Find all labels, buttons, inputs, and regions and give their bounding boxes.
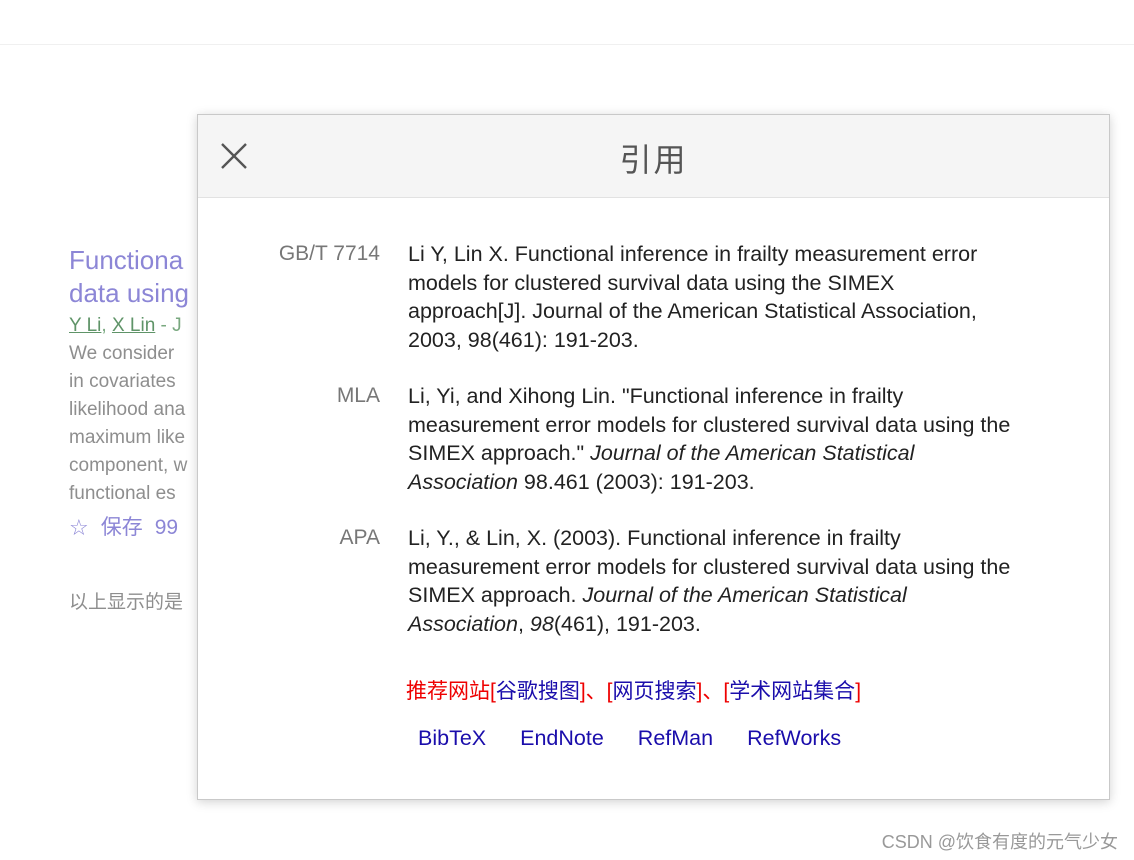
web-search-link[interactable]: 网页搜索 [613,680,697,703]
citation-part: , [517,611,530,636]
citation-table: GB/T 7714 Li Y, Lin X. Functional infere… [198,240,1109,666]
star-icon[interactable]: ☆ [69,514,89,542]
results-note: 以上显示的是 [69,592,184,613]
citation-part: 98.461 (2003): 191-203. [517,469,755,494]
citation-text[interactable]: Li Y, Lin X. Functional inference in fra… [408,240,1018,354]
refworks-link[interactable]: RefWorks [747,726,841,751]
publication-info: - J [155,315,182,336]
recommend-label: 推荐网站 [406,680,490,703]
save-link[interactable]: 保存 [101,514,143,542]
citation-part: (461), 191-203. [553,611,701,636]
author-link[interactable]: Y Li [69,315,101,336]
citation-text[interactable]: Li, Yi, and Xihong Lin. "Functional infe… [408,382,1018,496]
author-link[interactable]: X Lin [112,315,155,336]
top-bar [0,0,1134,45]
refman-link[interactable]: RefMan [638,726,713,751]
watermark: CSDN @饮食有度的元气少女 [881,832,1118,852]
bibtex-link[interactable]: BibTeX [418,726,486,751]
academic-sites-link[interactable]: 学术网站集合 [729,680,855,703]
cite-link[interactable]: 99 [155,514,178,542]
citation-format-label: MLA [336,384,380,407]
citation-format-label: APA [339,526,380,549]
dialog-header: 引用 [198,115,1109,198]
citation-row-apa: APA Li, Y., & Lin, X. (2003). Functional… [198,524,1109,638]
volume-number: 98 [529,611,554,636]
citation-format-label: GB/T 7714 [278,242,380,265]
cite-dialog: 引用 GB/T 7714 Li Y, Lin X. Functional inf… [197,114,1110,800]
recommended-sites: 推荐网站[谷歌搜图]、[网页搜索]、[学术网站集合] [406,680,862,703]
image-search-link[interactable]: 谷歌搜图 [496,680,580,703]
endnote-link[interactable]: EndNote [520,726,604,751]
citation-text[interactable]: Li, Y., & Lin, X. (2003). Functional inf… [408,524,1018,638]
export-links: BibTeX EndNote RefMan RefWorks [418,726,841,751]
dialog-title: 引用 [619,142,688,178]
citation-row-mla: MLA Li, Yi, and Xihong Lin. "Functional … [198,382,1109,496]
citation-row-gbt: GB/T 7714 Li Y, Lin X. Functional infere… [198,240,1109,354]
